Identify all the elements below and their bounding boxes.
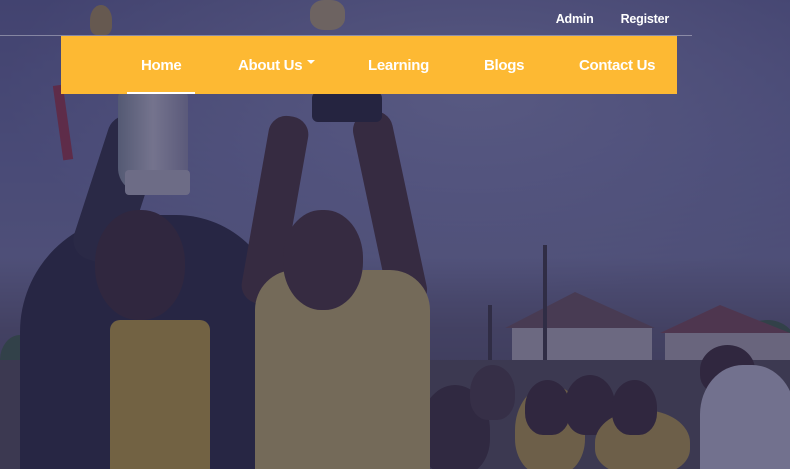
- nav-item-label: Contact Us: [579, 56, 656, 74]
- admin-link[interactable]: Admin: [556, 12, 594, 26]
- caret-down-icon: [307, 60, 316, 64]
- main-navbar: Home About Us Learning Blogs Contact Us: [61, 36, 677, 94]
- nav-item-label: About Us: [238, 56, 303, 74]
- nav-item-contact-us[interactable]: Contact Us: [579, 36, 655, 94]
- register-link[interactable]: Register: [621, 12, 670, 26]
- top-links: Admin Register: [556, 12, 670, 26]
- nav-item-blogs[interactable]: Blogs: [484, 36, 524, 94]
- nav-item-label: Blogs: [484, 56, 525, 74]
- nav-item-home[interactable]: Home: [126, 36, 197, 94]
- nav-item-learning[interactable]: Learning: [368, 36, 429, 94]
- nav-item-label: Home: [141, 56, 182, 74]
- nav-item-about-us[interactable]: About Us: [238, 36, 316, 94]
- nav-item-label: Learning: [368, 56, 429, 74]
